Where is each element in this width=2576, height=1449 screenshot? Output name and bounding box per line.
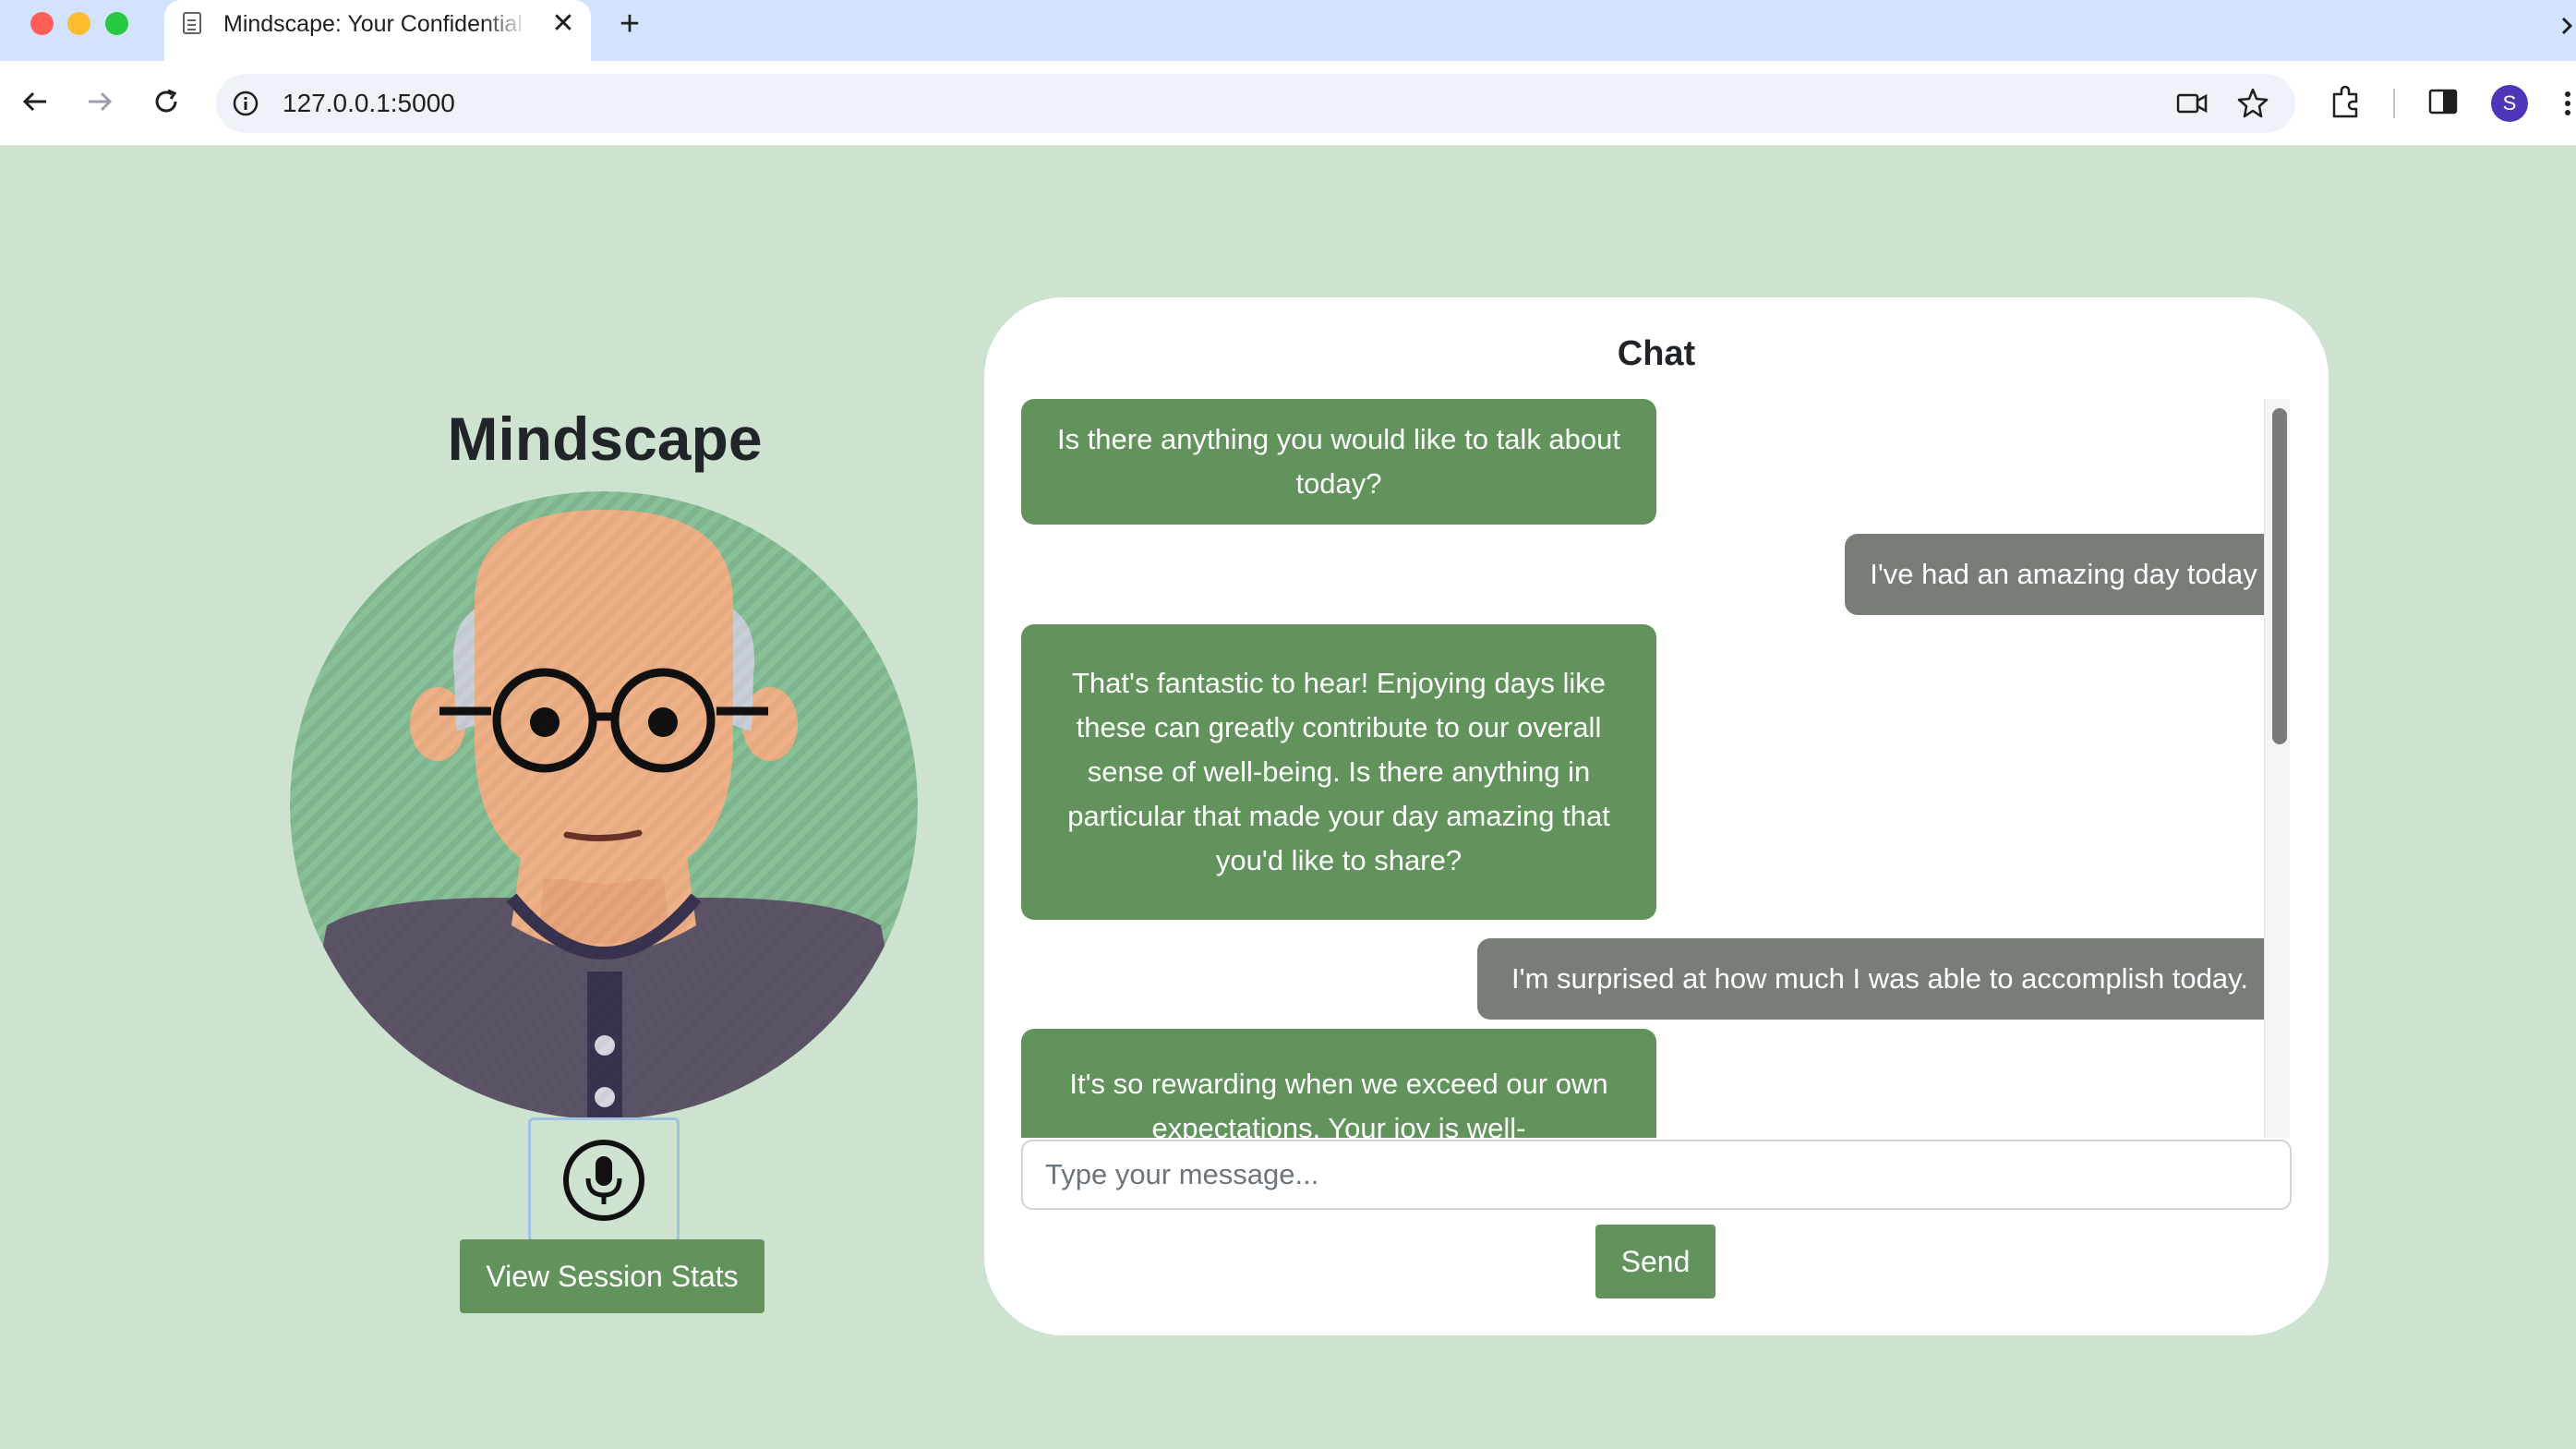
- url-text: 127.0.0.1:5000: [283, 89, 455, 117]
- tab-close-button[interactable]: ✕: [547, 7, 580, 41]
- address-bar[interactable]: 127.0.0.1:5000: [216, 74, 2295, 133]
- tab-search-chevron-icon[interactable]: [2559, 4, 2576, 41]
- chat-messages[interactable]: Is there anything you would like to talk…: [1021, 399, 2290, 1138]
- camera-icon[interactable]: [2175, 87, 2209, 120]
- user-message: I've had an amazing day today: [1845, 534, 2264, 615]
- microphone-button[interactable]: [528, 1117, 680, 1243]
- user-message: I'm surprised at how much I was able to …: [1477, 938, 2264, 1020]
- chat-panel: Chat Is there anything you would like to…: [984, 297, 2329, 1335]
- extensions-puzzle-icon[interactable]: [2327, 83, 2364, 120]
- view-session-stats-button[interactable]: View Session Stats: [460, 1239, 764, 1313]
- site-info-icon[interactable]: [231, 89, 260, 118]
- minimize-window-button[interactable]: [67, 12, 90, 35]
- browser-toolbar: 127.0.0.1:5000 S: [0, 61, 2576, 146]
- forward-arrow-icon[interactable]: [79, 81, 120, 122]
- reload-icon[interactable]: [146, 81, 187, 122]
- browser-tab-bar: Mindscape: Your Confidential ✕ +: [0, 0, 2576, 61]
- page-favicon-icon: [183, 12, 201, 34]
- chat-scrollbar-thumb[interactable]: [2272, 408, 2287, 744]
- app-title: Mindscape: [447, 405, 763, 473]
- toolbar-divider: [2393, 89, 2395, 118]
- therapist-avatar: [290, 491, 918, 1119]
- side-panel-icon[interactable]: [2425, 83, 2462, 120]
- maximize-window-button[interactable]: [105, 12, 128, 35]
- bot-message: That's fantastic to hear! Enjoying days …: [1021, 624, 1656, 920]
- bot-message: Is there anything you would like to talk…: [1021, 399, 1656, 525]
- chat-title: Chat: [1617, 334, 1696, 373]
- bookmark-star-icon[interactable]: [2236, 87, 2269, 120]
- microphone-icon: [563, 1140, 644, 1221]
- browser-tab-active[interactable]: Mindscape: Your Confidential ✕: [164, 0, 591, 61]
- send-button[interactable]: Send: [1595, 1225, 1715, 1298]
- new-tab-button[interactable]: +: [611, 6, 648, 42]
- profile-avatar[interactable]: S: [2491, 85, 2528, 122]
- message-input[interactable]: [1021, 1140, 2292, 1210]
- tab-title: Mindscape: Your Confidential: [223, 11, 523, 37]
- back-arrow-icon[interactable]: [15, 81, 55, 122]
- close-window-button[interactable]: [30, 12, 54, 35]
- bot-message: It's so rewarding when we exceed our own…: [1021, 1029, 1656, 1138]
- chat-scrollbar[interactable]: [2264, 399, 2290, 1138]
- more-menu-icon[interactable]: [2559, 85, 2576, 122]
- therapist-panel: Mindscape View Session Stats: [277, 388, 933, 1339]
